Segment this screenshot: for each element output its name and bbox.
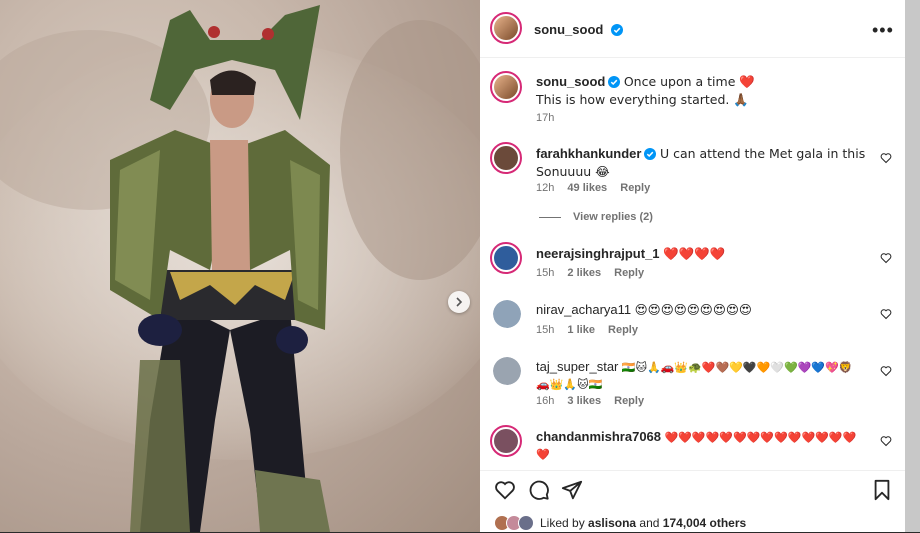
comment-text: 😍😍😍😍😍😍😍😍😍 — [634, 302, 752, 317]
commenter-avatar[interactable] — [490, 142, 522, 174]
caption-line2: This is how everything started. 🙏🏾 — [536, 92, 749, 107]
chevron-right-icon — [456, 297, 463, 307]
comment-likes[interactable]: 3 likes — [567, 395, 601, 407]
comment-body: taj_super_star 🇮🇳🐱🙏🚗👑🐢❤️🤎💛🖤🧡🤍💚💜💙💖🦁🚗👑🙏🐱🇮🇳 — [536, 358, 856, 393]
like-comment-heart-icon[interactable] — [880, 152, 892, 164]
comment-username[interactable]: neerajsinghrajput_1 — [536, 246, 660, 261]
author-avatar[interactable] — [490, 12, 522, 44]
reply-button[interactable]: Reply — [620, 182, 650, 194]
save-bookmark-icon[interactable] — [872, 479, 892, 501]
caption-avatar[interactable] — [490, 71, 522, 103]
comment-time: 12h — [536, 182, 555, 194]
more-options-button[interactable]: ••• — [872, 20, 894, 41]
reply-button[interactable]: Reply — [614, 395, 644, 407]
commenter-avatar[interactable] — [490, 242, 522, 274]
comment-time: 15h — [536, 324, 555, 336]
comment-meta: 15h 1 like Reply — [536, 324, 648, 336]
comment-item: neerajsinghrajput_1 ❤️❤️❤️❤️ 15h 2 likes… — [480, 240, 905, 285]
caption-text: sonu_sood Once upon a time ❤️ This is ho… — [536, 73, 866, 109]
like-comment-heart-icon[interactable] — [880, 252, 892, 264]
verified-badge-icon — [644, 148, 657, 160]
liked-by-count[interactable]: 174,004 others — [663, 516, 746, 530]
commenter-avatar[interactable] — [493, 300, 521, 328]
comment-username[interactable]: nirav_acharya11 — [536, 302, 631, 317]
post-modal: sonu_sood ••• sonu_sood Once upon a time… — [0, 0, 920, 532]
liker-avatar — [518, 515, 534, 531]
comment-meta: 12h 49 likes Reply — [536, 182, 660, 194]
reply-button[interactable]: Reply — [608, 324, 638, 336]
view-replies-button[interactable]: View replies (2) — [539, 211, 653, 223]
comment-time: 16h — [536, 395, 555, 407]
author-name-row: sonu_sood — [534, 21, 623, 39]
comment-body: chandanmishra7068 ❤️❤️❤️❤️❤️❤️❤️❤️❤️❤️❤️… — [536, 428, 866, 463]
comment-likes[interactable]: 49 likes — [567, 182, 607, 194]
comment-time: 15h — [536, 267, 555, 279]
liked-by-row: Liked by aslisona and 174,004 others — [494, 515, 746, 531]
comment-likes[interactable]: 2 likes — [567, 267, 601, 279]
caption-line1: Once upon a time ❤️ — [623, 74, 755, 89]
costume-figure-illustration — [0, 5, 480, 532]
like-comment-heart-icon[interactable] — [880, 435, 892, 447]
share-paper-plane-icon[interactable] — [561, 479, 583, 501]
like-heart-icon[interactable] — [494, 479, 516, 501]
post-action-bar: Liked by aslisona and 174,004 others — [480, 470, 905, 533]
post-side-panel: sonu_sood ••• sonu_sood Once upon a time… — [480, 0, 905, 532]
view-replies-label: View replies (2) — [573, 211, 653, 223]
comment-bubble-icon[interactable] — [528, 479, 550, 501]
caption-meta: 17h — [536, 112, 564, 124]
comment-username[interactable]: chandanmishra7068 — [536, 429, 661, 444]
comment-meta: 15h 2 likes Reply — [536, 267, 654, 279]
comment-item: farahkhankunder U can attend the Met gal… — [480, 140, 905, 200]
comment-text: ❤️❤️❤️❤️ — [663, 246, 726, 261]
comment-item: nirav_acharya11 😍😍😍😍😍😍😍😍😍 15h 1 like Rep… — [480, 298, 905, 343]
verified-badge-icon — [608, 76, 621, 88]
liked-by-user[interactable]: aslisona — [588, 516, 636, 530]
like-comment-heart-icon[interactable] — [880, 365, 892, 377]
post-header: sonu_sood ••• — [480, 0, 905, 58]
comment-item: taj_super_star 🇮🇳🐱🙏🚗👑🐢❤️🤎💛🖤🧡🤍💚💜💙💖🦁🚗👑🙏🐱🇮🇳… — [480, 355, 905, 415]
next-photo-button[interactable] — [448, 291, 470, 313]
comment-username[interactable]: taj_super_star — [536, 359, 618, 374]
commenter-avatar[interactable] — [493, 357, 521, 385]
like-comment-heart-icon[interactable] — [880, 308, 892, 320]
comment-body: neerajsinghrajput_1 ❤️❤️❤️❤️ — [536, 245, 866, 263]
comment-username[interactable]: farahkhankunder — [536, 146, 641, 161]
caption-block: sonu_sood Once upon a time ❤️ This is ho… — [480, 57, 905, 127]
commenter-avatar[interactable] — [490, 425, 522, 457]
liked-by-mid: and — [639, 516, 660, 530]
liked-by-prefix: Liked by — [540, 516, 585, 530]
author-username[interactable]: sonu_sood — [534, 22, 603, 37]
comment-item: chandanmishra7068 ❤️❤️❤️❤️❤️❤️❤️❤️❤️❤️❤️… — [480, 425, 905, 470]
post-photo[interactable] — [0, 0, 480, 532]
replies-divider — [539, 216, 561, 218]
comment-body: nirav_acharya11 😍😍😍😍😍😍😍😍😍 — [536, 301, 866, 319]
verified-badge-icon — [610, 24, 623, 36]
page-background-edge — [905, 0, 920, 532]
reply-button[interactable]: Reply — [614, 267, 644, 279]
caption-time: 17h — [536, 112, 555, 124]
comment-meta: 16h 3 likes Reply — [536, 395, 654, 407]
comment-body: farahkhankunder U can attend the Met gal… — [536, 145, 866, 181]
caption-username[interactable]: sonu_sood — [536, 74, 605, 89]
comment-likes[interactable]: 1 like — [567, 324, 595, 336]
